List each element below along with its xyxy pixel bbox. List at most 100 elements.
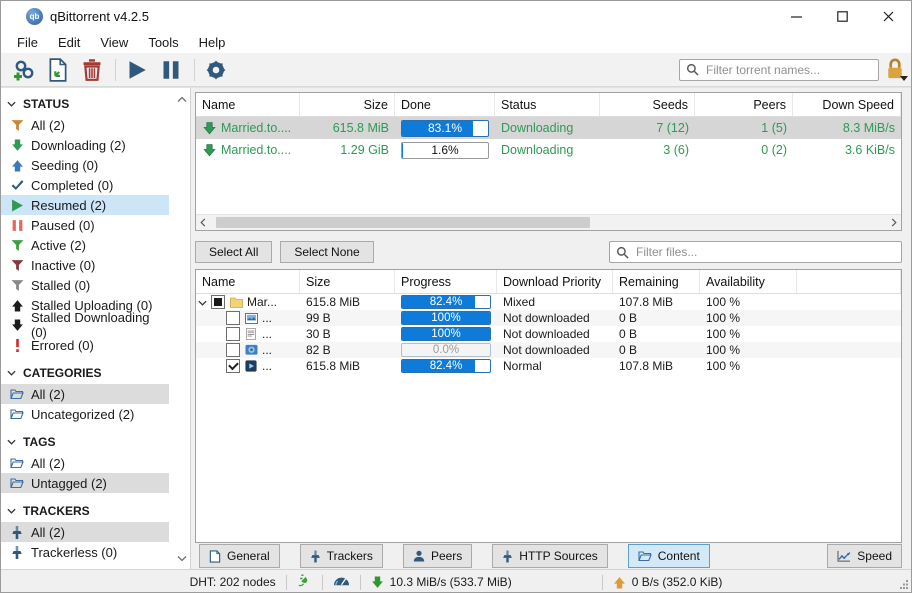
resume-button[interactable] [124,57,150,83]
file-checkbox[interactable] [226,311,240,325]
column-status[interactable]: Status [495,93,600,116]
sidebar-item-seeding[interactable]: Seeding (0) [1,155,169,175]
toolbar-separator [194,59,195,81]
column-done[interactable]: Done [395,93,495,116]
column-size[interactable]: Size [300,270,395,293]
sidebar-section-status[interactable]: STATUS [1,93,190,115]
http-sources-icon [502,550,513,563]
select-none-button[interactable]: Select None [280,241,373,263]
select-all-button[interactable]: Select All [195,241,272,263]
lock-button[interactable] [885,58,907,82]
sidebar-section-tags[interactable]: TAGS [1,431,190,453]
close-button[interactable] [865,1,911,31]
torrent-down-speed: 3.6 KiB/s [793,143,901,157]
tab-speed[interactable]: Speed [827,544,902,568]
file-priority[interactable]: Mixed [497,295,613,309]
delete-button[interactable] [79,57,105,83]
file-row[interactable]: ... 99 B 100% Not downloaded 0 B 100 % [196,310,901,326]
column-name[interactable]: Name [196,93,300,116]
file-row[interactable]: ... 30 B 100% Not downloaded 0 B 100 % [196,326,901,342]
torrent-row[interactable]: Married.to.... 1.29 GiB 1.6% Downloading… [196,139,901,161]
column-download-priority[interactable]: Download Priority [497,270,613,293]
file-checkbox[interactable] [226,359,240,373]
sidebar-item-resumed[interactable]: Resumed (2) [1,195,169,215]
file-availability: 100 % [700,343,797,357]
minimize-button[interactable] [773,1,819,31]
menu-file[interactable]: File [7,33,48,52]
sidebar-item-downloading[interactable]: Downloading (2) [1,135,169,155]
sidebar-scroll-down-arrow[interactable] [177,551,187,565]
file-checkbox[interactable] [226,343,240,357]
torrent-filter-input[interactable] [704,62,878,78]
connection-status-icon[interactable] [297,573,312,591]
column-size[interactable]: Size [300,93,395,116]
scrollbar-thumb[interactable] [216,217,590,228]
add-torrent-link-button[interactable] [11,57,37,83]
sidebar-item-label: Uncategorized (2) [31,407,134,422]
column-down-speed[interactable]: Down Speed [793,93,901,116]
sidebar-item-label: Stalled (0) [31,278,90,293]
tab-trackers[interactable]: Trackers [300,544,383,568]
sidebar-item-inactive[interactable]: Inactive (0) [1,255,169,275]
horizontal-scrollbar[interactable] [196,214,901,230]
sidebar-tracker-trackerless[interactable]: Trackerless (0) [1,542,169,562]
resize-grip[interactable] [899,578,909,592]
tab-content[interactable]: Content [628,544,710,568]
tab-peers[interactable]: Peers [403,544,472,568]
column-name[interactable]: Name [196,270,300,293]
column-remaining[interactable]: Remaining [613,270,700,293]
sidebar-item-stalled[interactable]: Stalled (0) [1,275,169,295]
menu-tools[interactable]: Tools [138,33,188,52]
sidebar-item-active[interactable]: Active (2) [1,235,169,255]
sidebar-scroll-up-arrow[interactable] [177,92,187,106]
column-peers[interactable]: Peers [695,93,793,116]
column-seeds[interactable]: Seeds [600,93,695,116]
file-priority[interactable]: Not downloaded [497,311,613,325]
sidebar-item-completed[interactable]: Completed (0) [1,175,169,195]
done-percent: 83.1% [402,121,488,136]
speed-limits-icon[interactable] [333,575,350,589]
file-remaining: 107.8 MiB [613,359,700,373]
sidebar-tag-untagged[interactable]: Untagged (2) [1,473,169,493]
file-filter-input[interactable] [634,244,901,260]
sidebar-tracker-all[interactable]: All (2) [1,522,169,542]
file-row[interactable]: ... 82 B 0.0% Not downloaded 0 B 100 % [196,342,901,358]
menu-edit[interactable]: Edit [48,33,90,52]
add-torrent-file-button[interactable] [45,57,71,83]
options-button[interactable] [203,57,229,83]
file-priority[interactable]: Normal [497,359,613,373]
download-arrow-icon [202,121,216,135]
section-title: TAGS [23,435,55,449]
column-availability[interactable]: Availability [700,270,797,293]
tab-label: Peers [431,549,462,563]
file-priority[interactable]: Not downloaded [497,327,613,341]
file-priority[interactable]: Not downloaded [497,343,613,357]
folder-icon [229,295,243,309]
sidebar-item-all[interactable]: All (2) [1,115,169,135]
file-checkbox[interactable] [226,327,240,341]
search-icon [616,246,629,259]
sidebar-category-uncategorized[interactable]: Uncategorized (2) [1,404,169,424]
sidebar-category-all[interactable]: All (2) [1,384,169,404]
sidebar-section-categories[interactable]: CATEGORIES [1,362,190,384]
menu-help[interactable]: Help [189,33,236,52]
scroll-right-arrow[interactable] [887,218,901,227]
sidebar-item-paused[interactable]: Paused (0) [1,215,169,235]
pause-button[interactable] [158,57,184,83]
torrent-size: 615.8 MiB [300,121,395,135]
tab-general[interactable]: General [199,544,280,568]
file-checkbox[interactable] [211,295,225,309]
sidebar-item-stalled-downloading[interactable]: Stalled Downloading (0) [1,315,169,335]
file-row[interactable]: ... 615.8 MiB 82.4% Normal 107.8 MiB 100… [196,358,901,374]
file-remaining: 0 B [613,343,700,357]
column-progress[interactable]: Progress [395,270,497,293]
menu-view[interactable]: View [90,33,138,52]
scroll-left-arrow[interactable] [196,218,210,227]
sidebar-section-trackers[interactable]: TRACKERS [1,500,190,522]
sidebar-tag-all[interactable]: All (2) [1,453,169,473]
maximize-button[interactable] [819,1,865,31]
file-row[interactable]: Mar... 615.8 MiB 82.4% Mixed 107.8 MiB 1… [196,294,901,310]
tab-http-sources[interactable]: HTTP Sources [492,544,607,568]
expand-chevron-icon[interactable] [198,295,207,309]
torrent-row[interactable]: Married.to.... 615.8 MiB 83.1% Downloadi… [196,117,901,139]
